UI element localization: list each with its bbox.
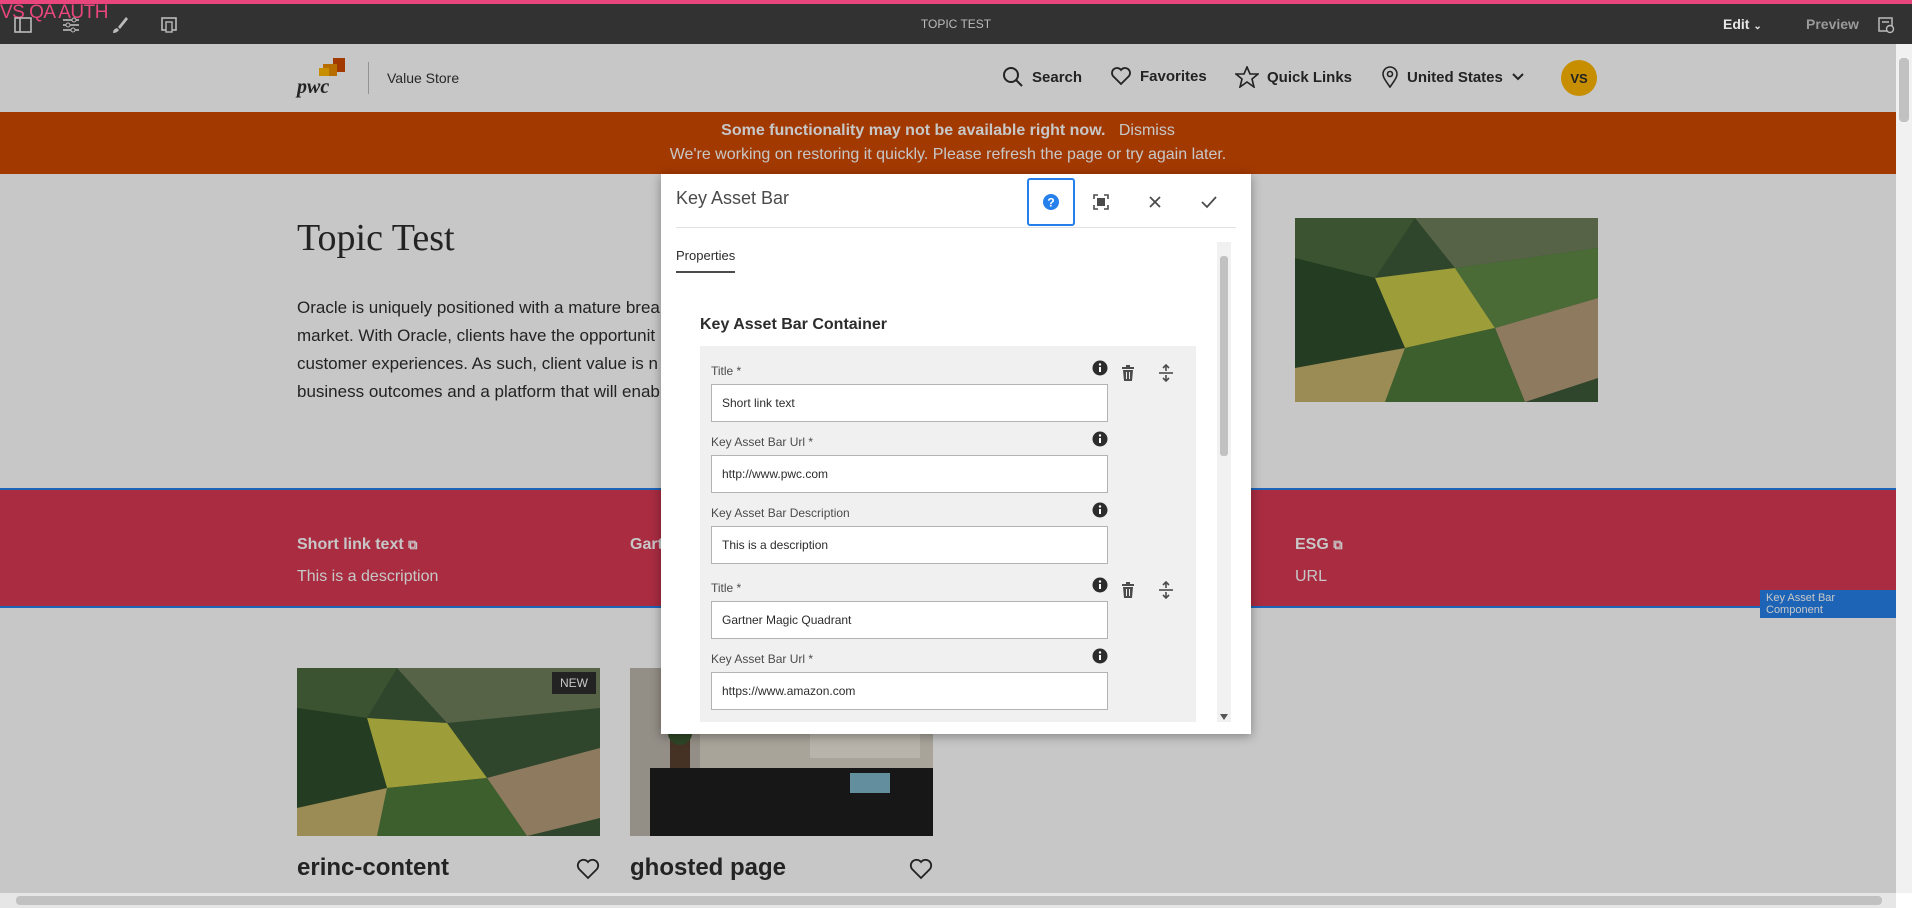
title-input[interactable]: Gartner Magic Quadrant — [711, 601, 1108, 639]
done-button[interactable] — [1185, 178, 1233, 226]
description-input[interactable]: This is a description — [711, 526, 1108, 564]
edit-mode-button[interactable]: Edit ⌄ — [1723, 16, 1762, 32]
preview-button[interactable]: Preview — [1806, 16, 1859, 32]
info-icon[interactable] — [1092, 431, 1108, 447]
title-input[interactable]: Short link text — [711, 384, 1108, 422]
reorder-handle-icon[interactable] — [1157, 364, 1175, 382]
key-asset-bar-dialog: Key Asset Bar ? Properties Key Asset Bar… — [661, 174, 1251, 734]
field-label: Title * — [711, 364, 742, 378]
field-label: Title * — [711, 581, 742, 595]
trash-icon[interactable] — [1119, 581, 1137, 599]
tab-properties[interactable]: Properties — [676, 248, 736, 273]
url-input[interactable]: http://www.pwc.com — [711, 455, 1108, 493]
close-icon — [1149, 196, 1161, 208]
reorder-handle-icon[interactable] — [1157, 581, 1175, 599]
multifield-container: Title * Short link text Key Asset Bar Ur… — [700, 346, 1196, 722]
cancel-button[interactable] — [1131, 178, 1179, 226]
page-properties-icon[interactable] — [1877, 16, 1895, 34]
checkmark-icon — [1201, 196, 1217, 209]
url-input[interactable]: https://www.amazon.com — [711, 672, 1108, 710]
chevron-down-icon: ⌄ — [1753, 21, 1762, 32]
field-label: Key Asset Bar Url * — [711, 435, 814, 449]
info-icon[interactable] — [1092, 360, 1108, 376]
dialog-scrollbar[interactable] — [1217, 242, 1231, 722]
info-icon[interactable] — [1092, 577, 1108, 593]
fullscreen-icon — [1093, 194, 1109, 210]
svg-text:?: ? — [1047, 196, 1054, 210]
dialog-divider — [676, 227, 1236, 228]
trash-icon[interactable] — [1119, 364, 1137, 382]
help-icon: ? — [1043, 194, 1059, 210]
info-icon[interactable] — [1092, 648, 1108, 664]
section-title: Key Asset Bar Container — [700, 316, 888, 333]
page-vertical-scrollbar[interactable] — [1896, 44, 1912, 893]
dialog-title: Key Asset Bar — [676, 188, 790, 208]
edit-label: Edit — [1723, 16, 1750, 32]
field-label: Key Asset Bar Url * — [711, 652, 814, 666]
page-title: TOPIC TEST — [920, 17, 992, 31]
fullscreen-button[interactable] — [1077, 178, 1125, 226]
help-button[interactable]: ? — [1027, 178, 1075, 226]
info-icon[interactable] — [1092, 502, 1108, 518]
editor-toolbar: VS QA AUTH TOPIC TEST Edit ⌄ Preview — [0, 0, 1912, 44]
field-label: Key Asset Bar Description — [711, 506, 850, 520]
page-horizontal-scrollbar[interactable] — [0, 893, 1896, 908]
